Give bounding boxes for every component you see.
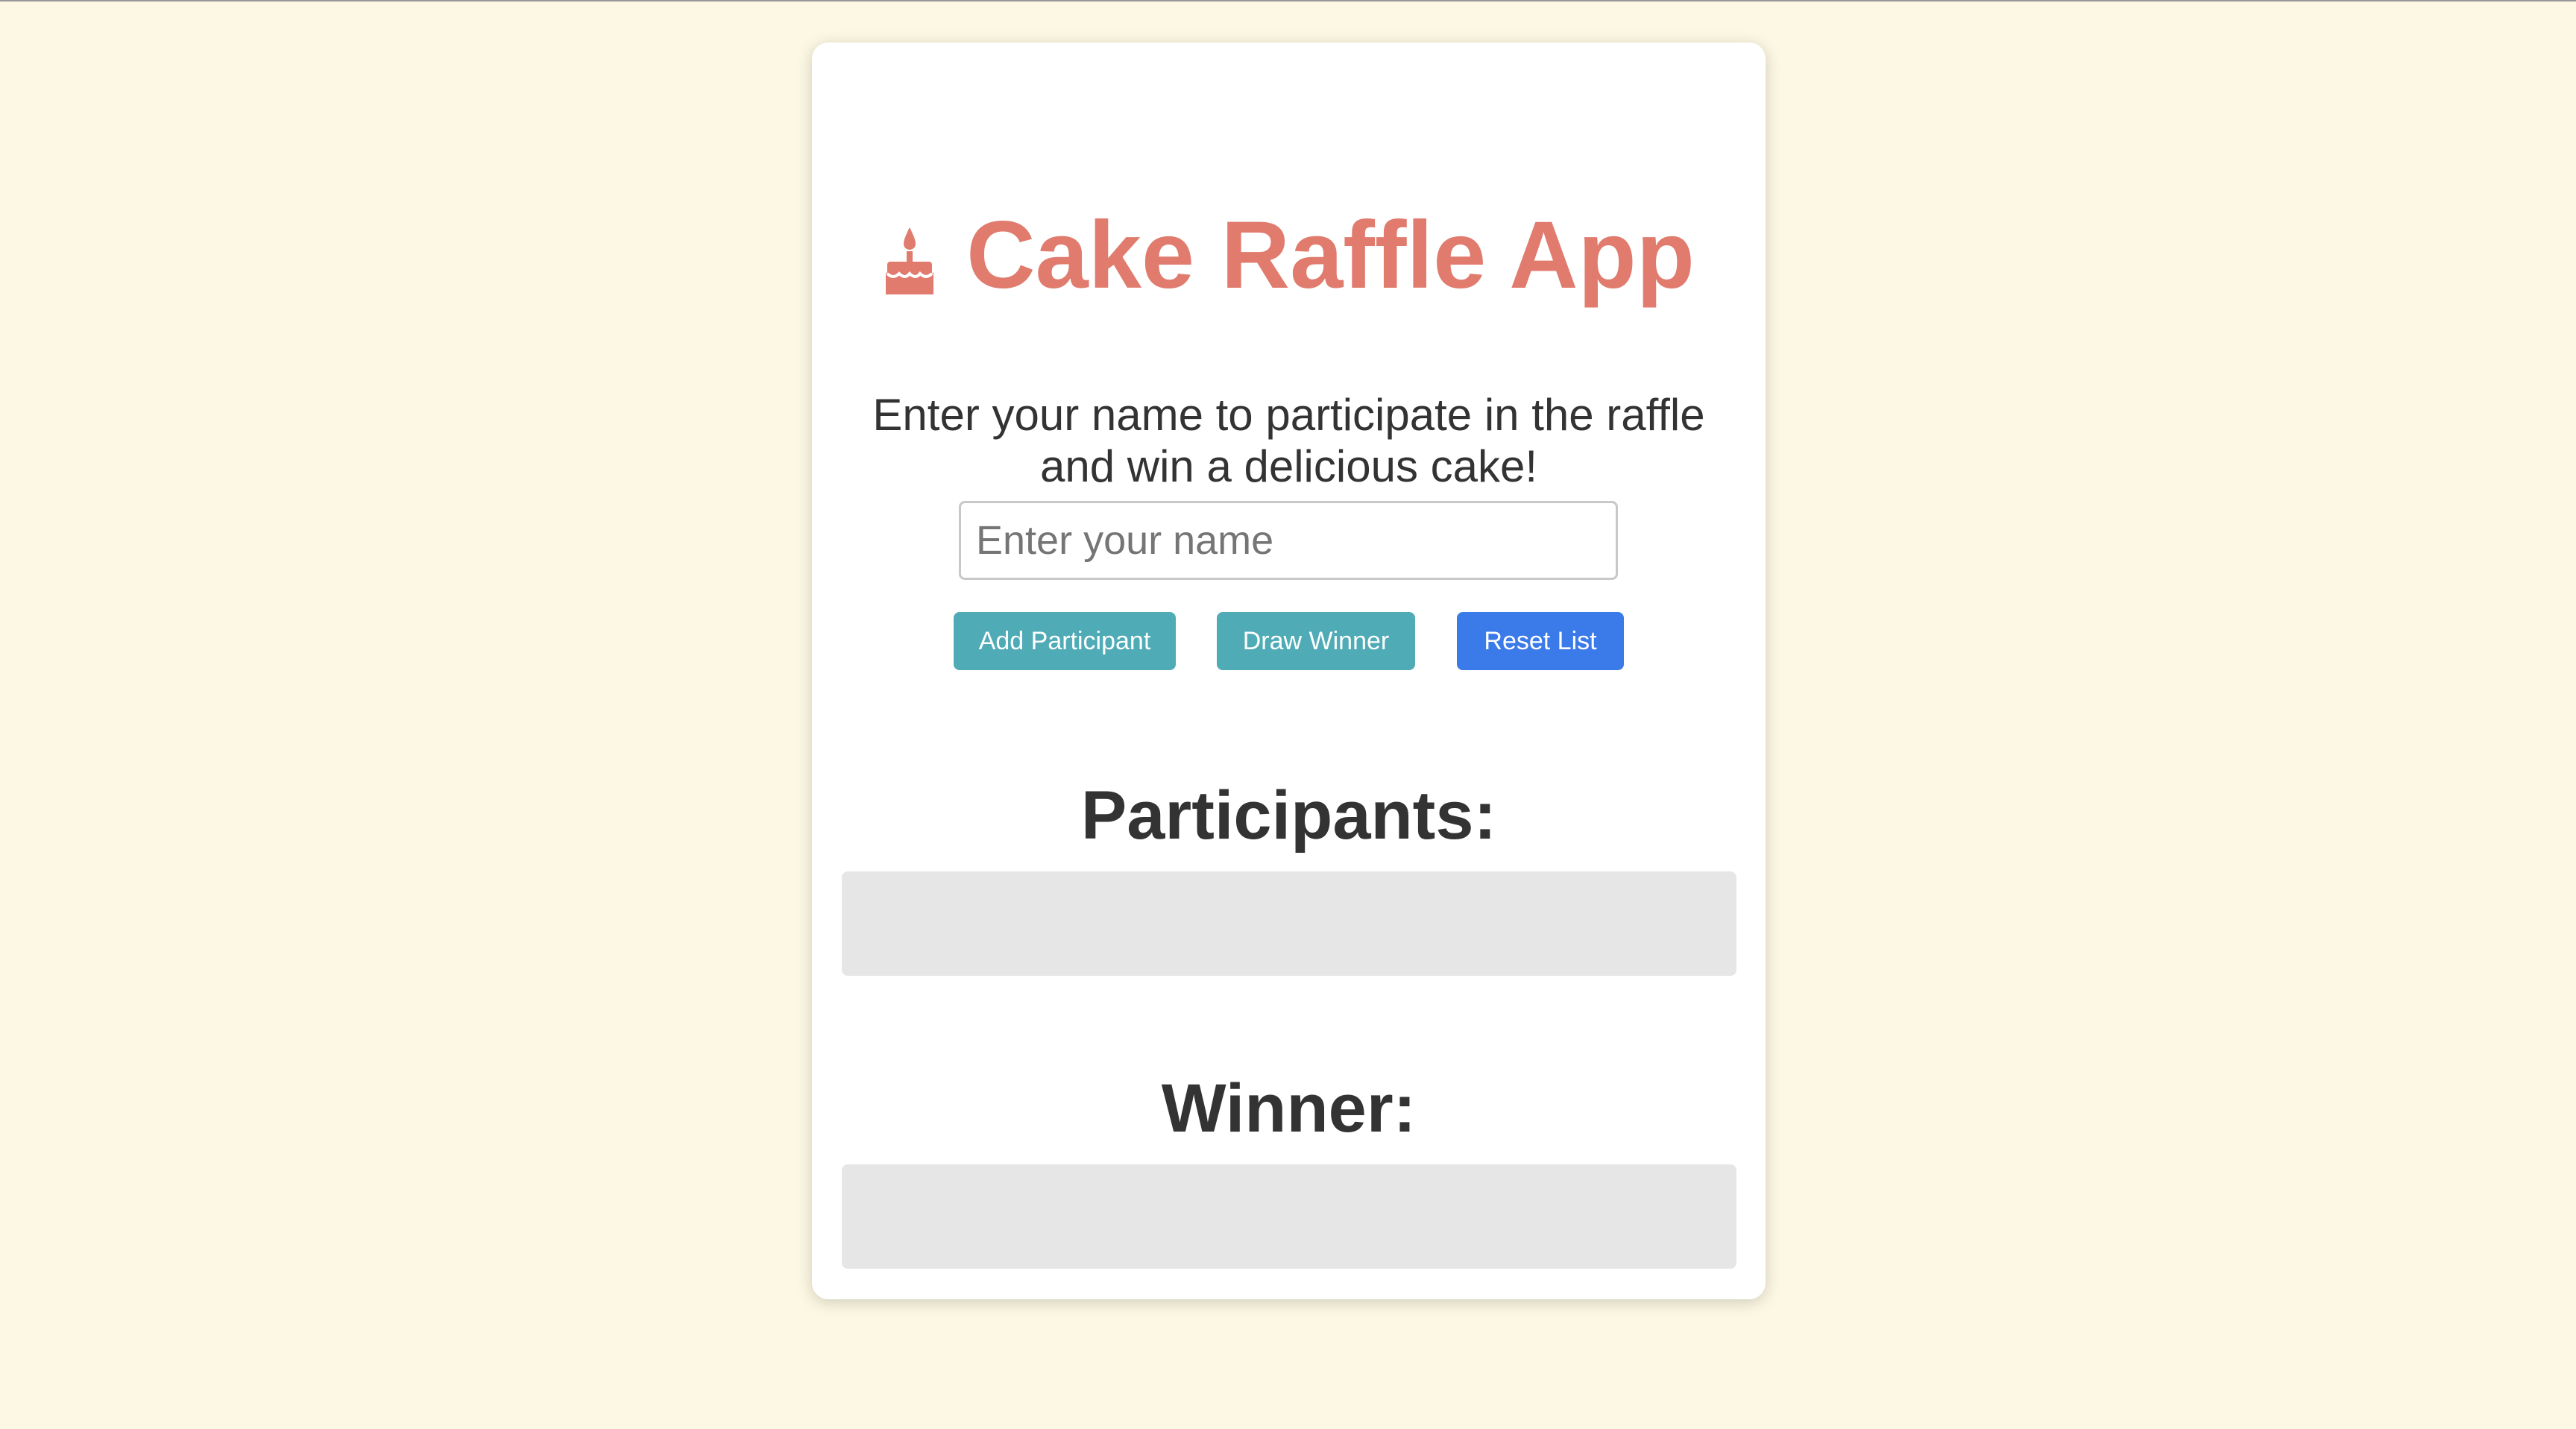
reset-list-button[interactable]: Reset List (1457, 612, 1624, 670)
name-input[interactable] (959, 501, 1618, 580)
raffle-card: Cake Raffle App Enter your name to parti… (812, 42, 1766, 1299)
winner-display (842, 1164, 1736, 1269)
app-title: Cake Raffle App (812, 199, 1766, 311)
add-participant-button[interactable]: Add Participant (954, 612, 1176, 670)
instructions-text: Enter your name to participate in the ra… (872, 390, 1705, 491)
window-top-border (0, 0, 2576, 1)
winner-heading: Winner: (1161, 1070, 1417, 1146)
draw-winner-button[interactable]: Draw Winner (1217, 612, 1415, 670)
participants-list (842, 871, 1736, 976)
participants-heading: Participants: (1080, 777, 1497, 854)
cake-icon (883, 227, 936, 294)
app-title-text: Cake Raffle App (966, 201, 1695, 309)
